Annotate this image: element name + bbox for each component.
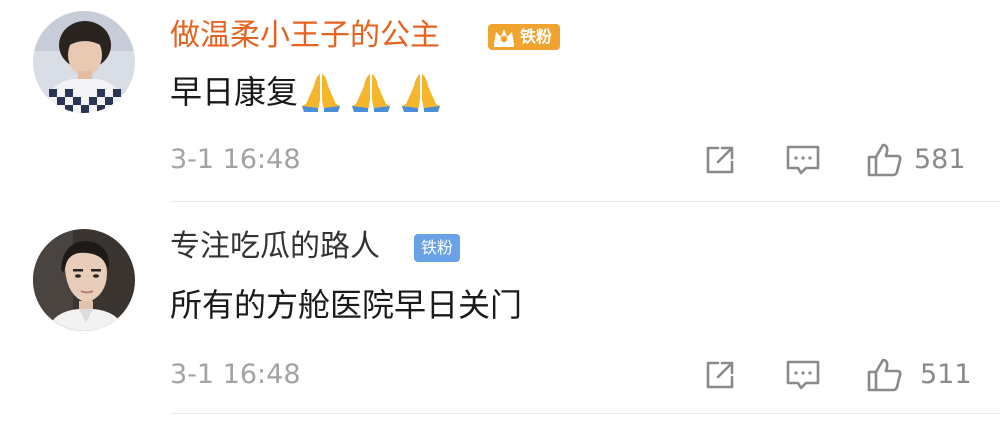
share-button[interactable]	[700, 140, 740, 180]
thumbs-up-icon	[867, 358, 902, 392]
like-button[interactable]	[864, 355, 904, 395]
comment-icon	[786, 145, 820, 175]
username[interactable]: 专注吃瓜的路人	[170, 229, 380, 265]
divider	[170, 201, 1000, 202]
like-count: 511	[920, 359, 972, 390]
comment-item: 做温柔小王子的公主 铁粉 早日康复 3-1 16:48 581	[0, 0, 1000, 200]
share-button[interactable]	[700, 355, 740, 395]
share-icon	[706, 361, 734, 389]
comment-text: 早日康复	[170, 70, 448, 114]
comment-body: 早日康复	[170, 73, 299, 111]
folded-hands-icon	[298, 70, 344, 114]
timestamp: 3-1 16:48	[170, 144, 301, 175]
divider	[170, 413, 1000, 414]
folded-hands-icon	[348, 70, 394, 114]
fan-badge: 铁粉	[488, 24, 561, 50]
timestamp: 3-1 16:48	[170, 359, 301, 390]
comment-item: 专注吃瓜的路人 铁粉 所有的方舱医院早日关门 3-1 16:48 511	[0, 213, 1000, 413]
comment-icon	[786, 360, 820, 390]
avatar[interactable]	[33, 11, 135, 113]
thumbs-up-icon	[867, 143, 902, 177]
username[interactable]: 做温柔小王子的公主	[170, 18, 440, 54]
badge-label: 铁粉	[421, 238, 454, 257]
avatar[interactable]	[33, 229, 135, 331]
fan-badge: 铁粉	[414, 234, 461, 262]
reply-button[interactable]	[783, 355, 823, 395]
badge-label: 铁粉	[520, 27, 553, 46]
share-icon	[706, 146, 734, 174]
reply-button[interactable]	[783, 140, 823, 180]
like-button[interactable]	[864, 140, 904, 180]
folded-hands-icon	[398, 70, 444, 114]
crown-icon	[492, 26, 516, 48]
like-count: 581	[914, 144, 966, 175]
comment-text: 所有的方舱医院早日关门	[170, 286, 523, 324]
